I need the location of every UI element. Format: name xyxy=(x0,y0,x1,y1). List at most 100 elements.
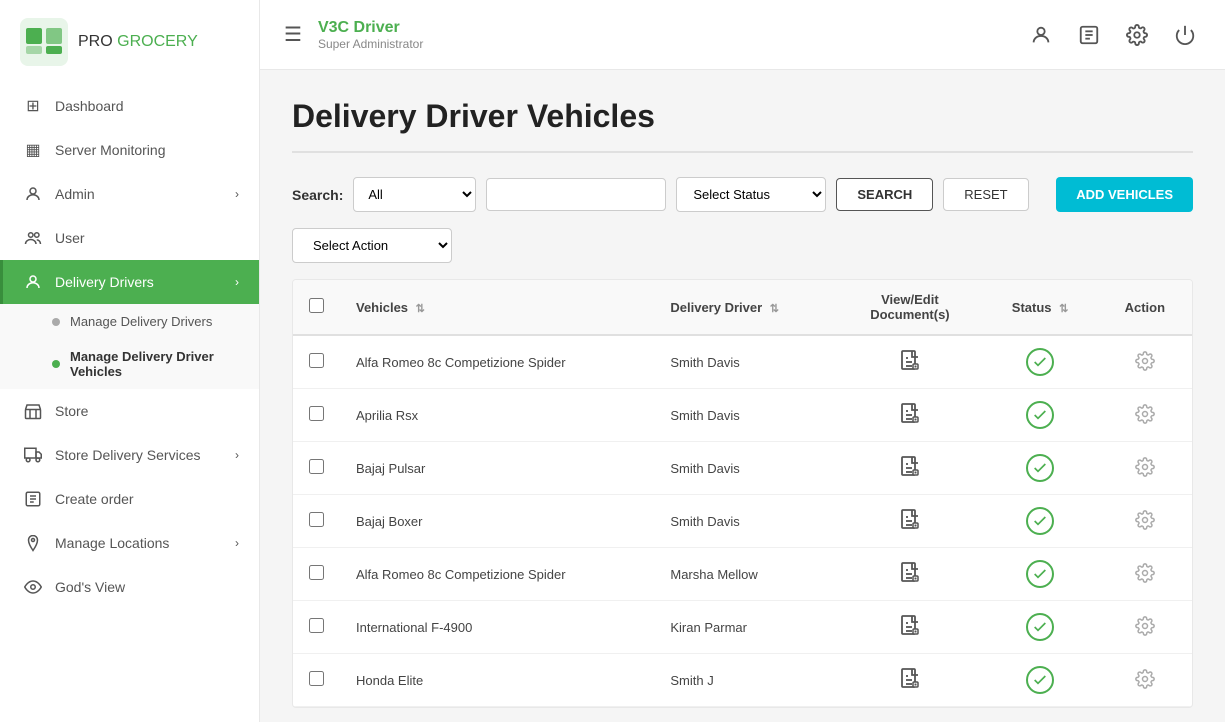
row-checkbox[interactable] xyxy=(309,406,324,421)
dashboard-icon: ⊞ xyxy=(23,96,43,116)
table-header: Vehicles ⇅ Delivery Driver ⇅ View/EditDo… xyxy=(293,280,1192,335)
delivery-driver-column-header: Delivery Driver ⇅ xyxy=(654,280,837,335)
gear-action-icon[interactable] xyxy=(1135,616,1155,636)
table-row: Bajaj Boxer Smith Davis xyxy=(293,495,1192,548)
document-icon[interactable] xyxy=(898,349,922,373)
search-label: Search: xyxy=(292,187,343,203)
driver-name-cell: Smith Davis xyxy=(654,495,837,548)
dot-icon xyxy=(52,360,60,368)
table-body: Alfa Romeo 8c Competizione Spider Smith … xyxy=(293,335,1192,707)
status-active-icon xyxy=(1026,454,1054,482)
action-cell xyxy=(1098,335,1192,389)
settings-icon[interactable] xyxy=(1121,19,1153,51)
sidebar-item-create-order[interactable]: Create order xyxy=(0,477,259,521)
sidebar-logo: PRO GROCERY xyxy=(0,0,259,84)
gear-action-icon[interactable] xyxy=(1135,510,1155,530)
document-icon[interactable] xyxy=(898,561,922,585)
sidebar-item-manage-delivery-driver-vehicles[interactable]: Manage Delivery Driver Vehicles xyxy=(0,339,259,389)
sidebar-item-manage-delivery-drivers[interactable]: Manage Delivery Drivers xyxy=(0,304,259,339)
add-vehicles-button[interactable]: ADD VEHICLES xyxy=(1056,177,1193,212)
sort-icon[interactable]: ⇅ xyxy=(416,303,425,315)
status-cell xyxy=(982,601,1097,654)
gear-action-icon[interactable] xyxy=(1135,351,1155,371)
sidebar-item-store-delivery-services[interactable]: Store Delivery Services › xyxy=(0,433,259,477)
sidebar-item-user[interactable]: User xyxy=(0,216,259,260)
row-checkbox[interactable] xyxy=(309,618,324,633)
status-cell xyxy=(982,335,1097,389)
vehicle-name-cell: Alfa Romeo 8c Competizione Spider xyxy=(340,335,654,389)
row-checkbox[interactable] xyxy=(309,459,324,474)
location-icon xyxy=(23,533,43,553)
vehicles-table-container: Vehicles ⇅ Delivery Driver ⇅ View/EditDo… xyxy=(292,279,1193,708)
select-all-checkbox[interactable] xyxy=(309,298,324,313)
sidebar-item-admin[interactable]: Admin › xyxy=(0,172,259,216)
dot-icon xyxy=(52,318,60,326)
reset-button[interactable]: RESET xyxy=(943,178,1028,211)
page-divider xyxy=(292,151,1193,153)
table-row: International F-4900 Kiran Parmar xyxy=(293,601,1192,654)
brand-role: Super Administrator xyxy=(318,37,1009,51)
profile-icon[interactable] xyxy=(1025,19,1057,51)
gear-action-icon[interactable] xyxy=(1135,457,1155,477)
sidebar-item-delivery-drivers[interactable]: Delivery Drivers › xyxy=(0,260,259,304)
driver-name-cell: Smith Davis xyxy=(654,389,837,442)
sidebar-navigation: ⊞ Dashboard ▦ Server Monitoring Admin › … xyxy=(0,84,259,722)
document-cell xyxy=(837,548,982,601)
status-select[interactable]: Select Status Active Inactive xyxy=(676,177,826,212)
document-icon[interactable] xyxy=(898,402,922,426)
search-button[interactable]: SEARCH xyxy=(836,178,933,211)
document-cell xyxy=(837,654,982,707)
page-title: Delivery Driver Vehicles xyxy=(292,98,1193,135)
logo-pro: PRO xyxy=(78,33,113,50)
sidebar-item-store[interactable]: Store xyxy=(0,389,259,433)
document-icon[interactable] xyxy=(898,667,922,691)
status-column-header: Status ⇅ xyxy=(982,280,1097,335)
action-cell xyxy=(1098,389,1192,442)
sort-icon[interactable]: ⇅ xyxy=(1059,303,1068,315)
driver-name-cell: Smith Davis xyxy=(654,335,837,389)
order-icon xyxy=(23,489,43,509)
row-checkbox-cell xyxy=(293,601,340,654)
document-cell xyxy=(837,495,982,548)
search-input[interactable] xyxy=(486,178,666,211)
status-active-icon xyxy=(1026,560,1054,588)
action-select[interactable]: Select Action Delete Selected Activate S… xyxy=(292,228,452,263)
logo-grocery: GROCERY xyxy=(117,33,198,50)
search-category-select[interactable]: All Vehicle Name Driver Name xyxy=(353,177,476,212)
sidebar-item-gods-view[interactable]: God's View xyxy=(0,565,259,609)
gear-action-icon[interactable] xyxy=(1135,563,1155,583)
logo-icon xyxy=(20,18,68,66)
sort-icon[interactable]: ⇅ xyxy=(770,303,779,315)
sidebar-item-label: Store Delivery Services xyxy=(55,447,223,463)
menu-icon[interactable]: ☰ xyxy=(284,22,302,47)
document-icon[interactable] xyxy=(898,455,922,479)
eye-icon xyxy=(23,577,43,597)
user-icon xyxy=(23,228,43,248)
status-active-icon xyxy=(1026,348,1054,376)
row-checkbox[interactable] xyxy=(309,353,324,368)
notification-icon[interactable] xyxy=(1073,19,1105,51)
document-cell xyxy=(837,442,982,495)
table-row: Alfa Romeo 8c Competizione Spider Smith … xyxy=(293,335,1192,389)
document-icon[interactable] xyxy=(898,614,922,638)
power-icon[interactable] xyxy=(1169,19,1201,51)
sidebar-item-label: Server Monitoring xyxy=(55,142,239,158)
sidebar-item-label: Delivery Drivers xyxy=(55,274,223,290)
row-checkbox[interactable] xyxy=(309,565,324,580)
row-checkbox[interactable] xyxy=(309,512,324,527)
gear-action-icon[interactable] xyxy=(1135,404,1155,424)
document-icon[interactable] xyxy=(898,508,922,532)
brand-name: V3C Driver xyxy=(318,19,1009,37)
row-checkbox-cell xyxy=(293,389,340,442)
sidebar-item-manage-locations[interactable]: Manage Locations › xyxy=(0,521,259,565)
driver-name-cell: Smith Davis xyxy=(654,442,837,495)
sidebar-item-dashboard[interactable]: ⊞ Dashboard xyxy=(0,84,259,128)
status-active-icon xyxy=(1026,507,1054,535)
sidebar-item-server-monitoring[interactable]: ▦ Server Monitoring xyxy=(0,128,259,172)
row-checkbox-cell xyxy=(293,335,340,389)
gear-action-icon[interactable] xyxy=(1135,669,1155,689)
row-checkbox-cell xyxy=(293,495,340,548)
sidebar-item-label: Manage Locations xyxy=(55,535,223,551)
row-checkbox[interactable] xyxy=(309,671,324,686)
status-cell xyxy=(982,442,1097,495)
